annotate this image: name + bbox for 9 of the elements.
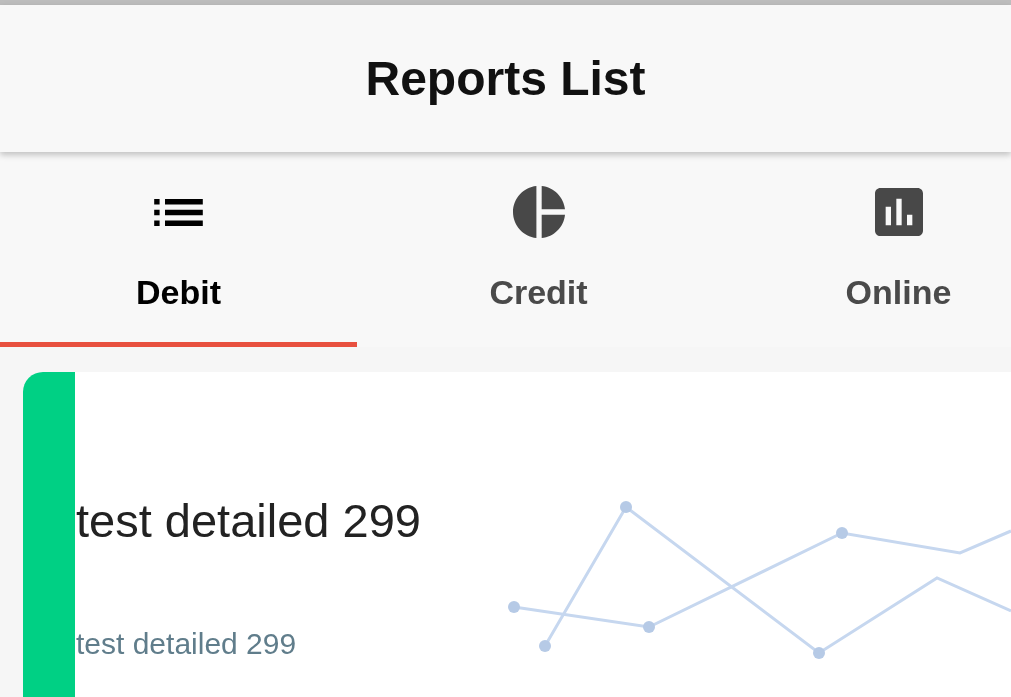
report-subtitle: test detailed 299	[76, 626, 298, 662]
report-title: test detailed 299	[76, 494, 422, 548]
tab[interactable]: Online	[720, 152, 1011, 347]
bar-chart-icon	[874, 188, 923, 236]
tab[interactable]: Debit	[0, 152, 357, 347]
list-icon	[154, 198, 203, 226]
tab[interactable]: Credit	[360, 152, 717, 347]
pie-chart-icon	[512, 186, 565, 238]
page-title: Reports List	[365, 50, 646, 107]
